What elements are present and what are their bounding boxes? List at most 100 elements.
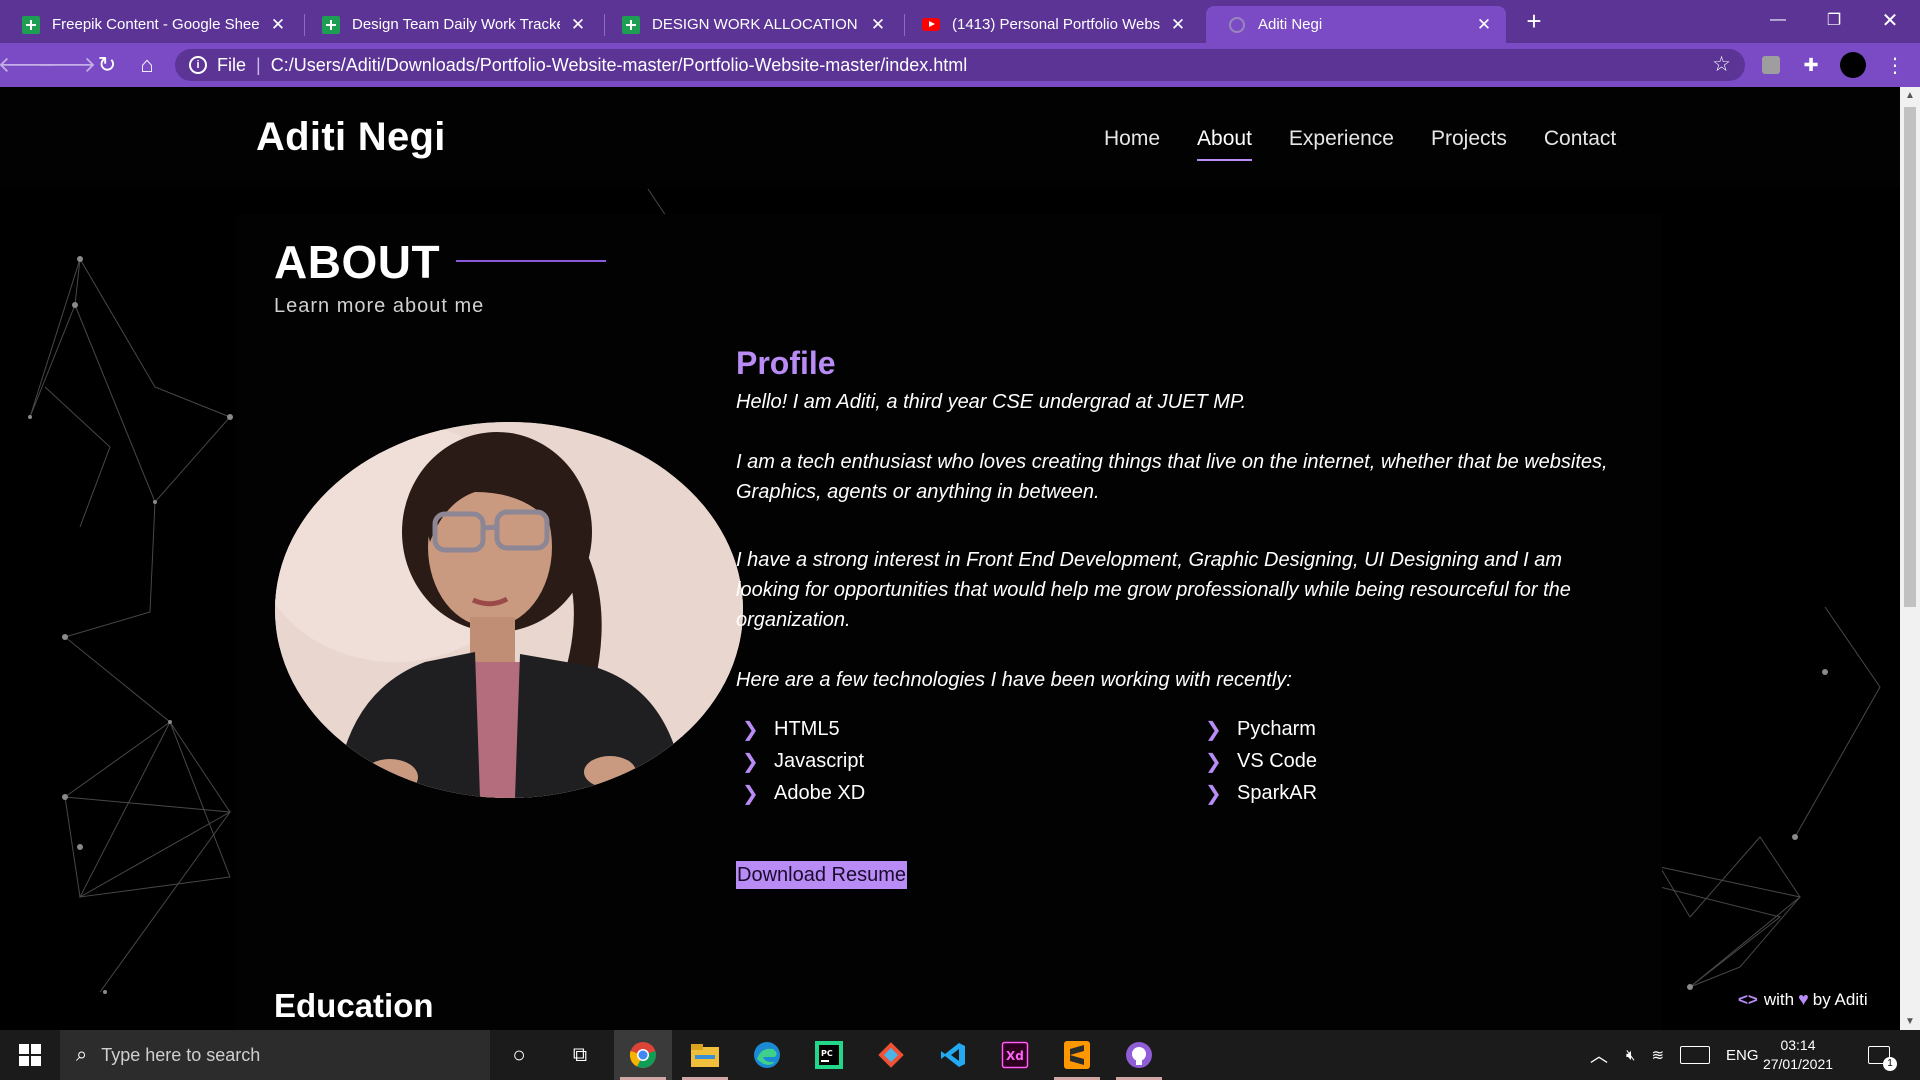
site-header: Aditi Negi Home About Experience Project… [0,87,1900,189]
taskbar-clock[interactable]: 03:14 27/01/2021 [1758,1036,1838,1074]
google-sheets-icon [22,15,40,34]
tab-title: Aditi Negi [1258,16,1323,33]
chevron-right-icon: ❯ [742,718,759,741]
close-icon[interactable]: ✕ [1168,15,1188,35]
chevron-up-icon[interactable]: ︿ [1590,1042,1608,1068]
input-language[interactable]: ENG [1726,1047,1759,1064]
minimize-button[interactable]: — [1750,0,1806,40]
clock-time: 03:14 [1780,1037,1816,1053]
taskbar-search-box[interactable]: ⌕ Type here to search [60,1030,490,1080]
tab-design-work-allocation[interactable]: DESIGN WORK ALLOCATION - Go ✕ [600,6,900,43]
scroll-up-arrow-icon[interactable]: ▲ [1900,87,1920,104]
nav-home[interactable]: Home [1104,127,1160,151]
cortana-icon[interactable]: ○ [490,1030,548,1080]
page-viewport: Aditi Negi Home About Experience Project… [0,87,1900,1030]
profile-paragraph-interests: I have a strong interest in Front End De… [736,549,1571,631]
tab-title: Design Team Daily Work Tracker [352,16,560,33]
chevron-right-icon: ❯ [1205,718,1222,741]
chevron-right-icon: ❯ [742,782,759,805]
restore-button[interactable]: ❐ [1806,0,1862,40]
nav-about[interactable]: About [1197,127,1252,161]
section-title: ABOUT [274,236,441,288]
chevron-right-icon: ❯ [1205,750,1222,773]
tab-title: (1413) Personal Portfolio Website [952,16,1160,33]
close-window-button[interactable]: ✕ [1862,0,1918,40]
search-placeholder: Type here to search [101,1044,261,1065]
heart-icon: ♥ [1798,989,1809,1009]
youtube-icon [922,16,940,34]
notification-count: 1 [1883,1057,1897,1071]
sublime-text-icon[interactable] [1048,1030,1106,1080]
wifi-icon[interactable]: ≋ [1651,1046,1664,1064]
forward-button[interactable]: 🡒 [38,51,97,79]
edge-icon[interactable] [738,1030,796,1080]
clock-date: 27/01/2021 [1762,1056,1834,1072]
site-brand[interactable]: Aditi Negi [256,115,446,160]
home-button[interactable]: ⌂ [133,51,161,79]
chrome-icon[interactable] [614,1030,672,1080]
profile-paragraph-enthusiast: I am a tech enthusiast who loves creatin… [736,451,1608,503]
section-subtitle: Learn more about me [274,295,485,317]
browser-tab-strip: Freepik Content - Google Sheets ✕ Design… [0,0,1920,43]
tab-aditi-negi[interactable]: Aditi Negi ✕ [1206,6,1506,43]
scrollbar-thumb[interactable] [1904,107,1916,607]
tech-list-left: ❯ HTML5 ❯ Javascript ❯ Adobe XD [742,713,865,809]
code-icon: <> [1738,989,1758,1009]
task-view-icon[interactable]: ⧉ [551,1030,609,1080]
chevron-right-icon: ❯ [1205,782,1222,805]
address-protocol: File [217,54,247,75]
google-sheets-icon [322,15,340,34]
address-bar[interactable]: i File | C:/Users/Aditi/Downloads/Portfo… [175,49,1745,81]
close-icon[interactable]: ✕ [868,15,888,35]
github-desktop-icon[interactable] [1110,1030,1168,1080]
technologies-intro: Here are a few technologies I have been … [736,669,1292,691]
profile-intro: Hello! I am Aditi, a third year CSE unde… [736,391,1247,413]
tab-title: DESIGN WORK ALLOCATION - Go [652,16,860,33]
close-icon[interactable]: ✕ [1474,15,1494,35]
tab-design-team-tracker[interactable]: Design Team Daily Work Tracker ✕ [300,6,600,43]
page-scrollbar[interactable]: ▲ ▼ [1900,87,1920,1030]
bookmark-star-icon[interactable]: ☆ [1712,52,1731,77]
pycharm-icon[interactable]: PC [800,1030,858,1080]
profile-heading: Profile [736,345,836,381]
new-tab-button[interactable]: + [1520,8,1548,36]
search-icon: ⌕ [76,1043,88,1066]
download-resume-button[interactable]: Download Resume [736,861,907,889]
profile-avatar[interactable] [1840,52,1866,78]
tab-youtube-portfolio[interactable]: (1413) Personal Portfolio Website ✕ [900,6,1200,43]
site-nav: Home About Experience Projects Contact [1104,127,1653,161]
section-title-divider [456,260,606,262]
svg-text:PC: PC [821,1049,833,1058]
notification-center-icon[interactable]: 1 [1868,1030,1897,1080]
extension-icon[interactable] [1760,54,1782,76]
nav-contact[interactable]: Contact [1544,127,1616,151]
extensions-puzzle-icon[interactable]: ✚ [1800,54,1822,76]
close-icon[interactable]: ✕ [268,15,288,35]
info-icon[interactable]: i [189,56,207,74]
speaker-muted-icon[interactable]: 🔇︎ [1626,1047,1635,1064]
tab-freepik-content[interactable]: Freepik Content - Google Sheets ✕ [0,6,300,43]
windows-start-button[interactable] [0,1030,60,1080]
browser-menu-icon[interactable]: ⋮ [1884,54,1906,77]
close-icon[interactable]: ✕ [568,15,588,35]
file-explorer-icon[interactable] [676,1030,734,1080]
windows-taskbar: ⌕ Type here to search ○ ⧉ PC Xd ︿ 🔇︎ ≋ E… [0,1030,1920,1080]
nav-projects[interactable]: Projects [1431,127,1507,151]
list-item: ❯ SparkAR [1205,781,1318,805]
scroll-down-arrow-icon[interactable]: ▼ [1900,1013,1920,1030]
adobe-xd-icon[interactable]: Xd [986,1030,1044,1080]
keyboard-icon[interactable] [1680,1046,1711,1064]
list-item: ❯ Javascript [742,749,865,773]
address-url[interactable]: C:/Users/Aditi/Downloads/Portfolio-Websi… [271,55,968,76]
made-with-badge: <> with ♥ by Aditi [1738,989,1868,1009]
tech-list-right: ❯ Pycharm ❯ VS Code ❯ SparkAR [1205,713,1317,809]
list-item: ❯ Pycharm [1205,717,1316,741]
list-item: ❯ VS Code [1205,749,1318,773]
reload-button[interactable]: ↻ [93,51,121,79]
git-icon[interactable] [862,1030,920,1080]
nav-experience[interactable]: Experience [1289,127,1394,151]
system-tray: ︿ 🔇︎ ≋ ENG [1590,1030,1759,1080]
vscode-icon[interactable] [924,1030,982,1080]
chevron-right-icon: ❯ [742,750,759,773]
svg-text:Xd: Xd [1006,1049,1024,1063]
